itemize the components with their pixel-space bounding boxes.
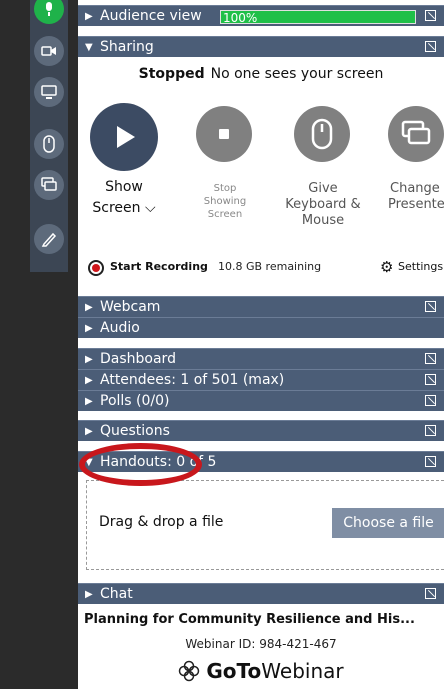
presenter-icon bbox=[401, 120, 431, 145]
presenter-icon bbox=[41, 177, 57, 191]
gear-icon[interactable]: ⚙ bbox=[380, 258, 393, 276]
sharing-header[interactable]: ▼ Sharing bbox=[78, 36, 444, 57]
give-line1: Give bbox=[308, 181, 338, 196]
show-screen-dropdown[interactable]: Screen ⌵ bbox=[90, 201, 158, 216]
webcam-label: Webcam bbox=[100, 299, 161, 315]
sharing-status-strong: Stopped bbox=[138, 66, 205, 82]
drawing-tools-button[interactable] bbox=[34, 224, 64, 254]
sharing-status: Stopped No one sees your screen bbox=[78, 66, 444, 82]
choose-file-button[interactable]: Choose a file bbox=[332, 508, 444, 538]
webcam-icon bbox=[41, 46, 56, 56]
audience-view-bar: 100% bbox=[220, 10, 416, 25]
control-panel: ▶ Audience view 100% ▼ Sharing Stopped No… bbox=[78, 0, 444, 689]
drop-text: Drag & drop a file bbox=[99, 514, 224, 530]
recording-row: Start Recording 10.8 GB remaining ⚙ Sett… bbox=[78, 252, 444, 282]
popout-icon[interactable] bbox=[425, 395, 436, 406]
brand-goto: GoTo bbox=[206, 659, 262, 683]
attendees-header[interactable]: ▶ Attendees: 1 of 501 (max) bbox=[78, 369, 444, 390]
show-screen-button[interactable] bbox=[90, 103, 158, 171]
annotation-circle bbox=[79, 443, 202, 486]
webinar-title: Planning for Community Resilience and Hi… bbox=[84, 612, 415, 627]
stop-showing-label: Stop Showing Screen bbox=[185, 182, 265, 221]
show-line2: Screen bbox=[92, 200, 141, 216]
file-drop-zone[interactable]: Drag & drop a file Choose a file bbox=[86, 480, 444, 570]
sharing-status-text: No one sees your screen bbox=[210, 66, 384, 82]
questions-label: Questions bbox=[100, 423, 170, 439]
play-icon bbox=[117, 126, 135, 148]
give-line3: Mouse bbox=[301, 213, 345, 228]
popout-icon[interactable] bbox=[425, 456, 436, 467]
audience-view-header[interactable]: ▶ Audience view 100% bbox=[78, 5, 444, 26]
expand-arrow-icon: ▶ bbox=[85, 323, 93, 334]
change-presenter-label: Change Presenter bbox=[378, 181, 444, 213]
webinar-id: Webinar ID: 984-421-467 bbox=[185, 637, 337, 651]
stop-line2: Showing bbox=[203, 196, 247, 207]
give-line2: Keyboard & bbox=[285, 197, 361, 212]
attendees-label: Attendees: 1 of 501 (max) bbox=[100, 372, 285, 388]
audience-view-percent: 100% bbox=[223, 11, 258, 25]
dashboard-label: Dashboard bbox=[100, 351, 176, 367]
stop-showing-button[interactable] bbox=[196, 106, 252, 162]
change-presenter-button[interactable] bbox=[34, 170, 64, 200]
change-presenter-button[interactable] bbox=[388, 106, 444, 162]
mouse-icon bbox=[43, 135, 55, 153]
change-line2: Presenter bbox=[388, 197, 444, 212]
stop-line1: Stop bbox=[213, 183, 237, 194]
popout-icon[interactable] bbox=[425, 374, 436, 385]
expand-arrow-icon: ▶ bbox=[85, 354, 93, 365]
show-screen-label: Show Screen ⌵ bbox=[90, 180, 158, 216]
collapse-arrow-icon: ▼ bbox=[85, 42, 93, 53]
mouse-icon bbox=[311, 118, 333, 150]
expand-arrow-icon: ▶ bbox=[85, 396, 93, 407]
expand-arrow-icon: ▶ bbox=[85, 302, 93, 313]
microphone-button[interactable] bbox=[34, 0, 64, 24]
chat-label: Chat bbox=[100, 586, 133, 602]
audio-header[interactable]: ▶ Audio bbox=[78, 317, 444, 338]
gotowebinar-logo: GoTo Webinar bbox=[78, 656, 444, 686]
webcam-button[interactable] bbox=[34, 36, 64, 66]
audio-label: Audio bbox=[100, 320, 140, 336]
audience-view-label: Audience view bbox=[100, 8, 202, 24]
gotowebinar-flower-icon bbox=[179, 660, 200, 682]
give-keyboard-mouse-button[interactable] bbox=[294, 106, 350, 162]
start-recording-button[interactable]: Start Recording bbox=[110, 260, 208, 273]
dashboard-header[interactable]: ▶ Dashboard bbox=[78, 348, 444, 369]
stop-icon bbox=[219, 129, 229, 139]
questions-header[interactable]: ▶ Questions bbox=[78, 420, 444, 441]
pen-icon bbox=[41, 232, 57, 247]
popout-icon[interactable] bbox=[425, 41, 436, 52]
popout-icon[interactable] bbox=[425, 425, 436, 436]
stop-line3: Screen bbox=[207, 209, 243, 220]
expand-arrow-icon: ▶ bbox=[85, 375, 93, 386]
give-keyboard-mouse-label: Give Keyboard & Mouse bbox=[277, 181, 369, 229]
chat-header[interactable]: ▶ Chat bbox=[78, 583, 444, 604]
screen-share-button[interactable] bbox=[34, 77, 64, 107]
expand-arrow-icon: ▶ bbox=[85, 11, 93, 22]
chevron-down-icon: ⌵ bbox=[144, 200, 156, 216]
recording-remaining: 10.8 GB remaining bbox=[218, 260, 322, 273]
control-rail bbox=[30, 0, 68, 272]
change-line1: Change bbox=[390, 181, 440, 196]
show-line1: Show bbox=[105, 179, 143, 195]
popout-icon[interactable] bbox=[425, 10, 436, 21]
rail-spacer bbox=[30, 272, 78, 689]
microphone-icon bbox=[46, 2, 52, 16]
brand-webinar: Webinar bbox=[261, 659, 344, 683]
recording-settings-button[interactable]: Settings bbox=[398, 260, 443, 273]
expand-arrow-icon: ▶ bbox=[85, 426, 93, 437]
sharing-label: Sharing bbox=[100, 39, 154, 55]
expand-arrow-icon: ▶ bbox=[85, 589, 93, 600]
polls-label: Polls (0/0) bbox=[100, 393, 170, 409]
popout-icon[interactable] bbox=[425, 301, 436, 312]
popout-icon[interactable] bbox=[425, 588, 436, 599]
monitor-icon bbox=[41, 85, 57, 99]
record-icon[interactable] bbox=[88, 260, 104, 276]
popout-icon[interactable] bbox=[425, 353, 436, 364]
webcam-header[interactable]: ▶ Webcam bbox=[78, 296, 444, 317]
keyboard-mouse-button[interactable] bbox=[34, 129, 64, 159]
polls-header[interactable]: ▶ Polls (0/0) bbox=[78, 390, 444, 411]
